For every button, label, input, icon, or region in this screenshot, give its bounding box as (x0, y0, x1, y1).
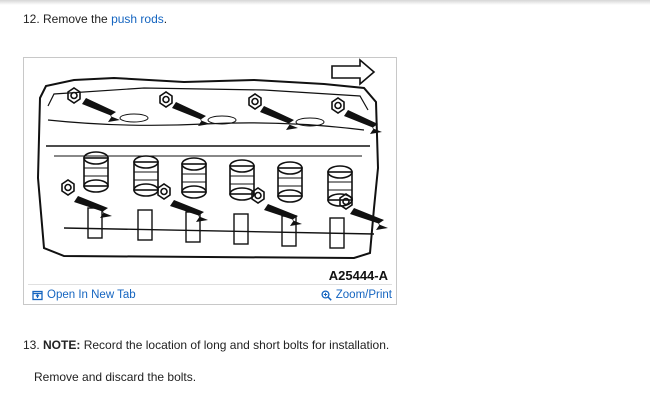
figure-container: A25444-A Open In New Tab Zoom/Print (23, 57, 397, 305)
figure-divider (28, 284, 392, 285)
top-shadow (0, 0, 650, 5)
step-12: 12. Remove the push rods. (23, 12, 167, 26)
step-12-suffix: . (163, 12, 168, 26)
push-rods-link[interactable]: push rods (111, 12, 164, 26)
note-label: NOTE: (43, 338, 81, 352)
open-in-new-tab-label: Open In New Tab (47, 289, 136, 301)
step-13-prefix: 13. (23, 338, 44, 352)
open-new-tab-icon (32, 290, 43, 300)
zoom-in-icon (321, 289, 332, 301)
step-13-text: Record the location of long and short bo… (80, 338, 390, 352)
step-13-subtext: Remove and discard the bolts. (34, 370, 197, 384)
step-13: 13. NOTE: Record the location of long an… (23, 338, 389, 352)
cylinder-head-diagram[interactable] (24, 58, 396, 284)
zoom-print-button[interactable]: Zoom/Print (321, 289, 392, 301)
open-in-new-tab-button[interactable]: Open In New Tab (32, 289, 136, 301)
zoom-print-label: Zoom/Print (335, 289, 392, 301)
figure-code: A25444-A (328, 268, 388, 283)
step-12-prefix: 12. Remove the (23, 12, 112, 26)
